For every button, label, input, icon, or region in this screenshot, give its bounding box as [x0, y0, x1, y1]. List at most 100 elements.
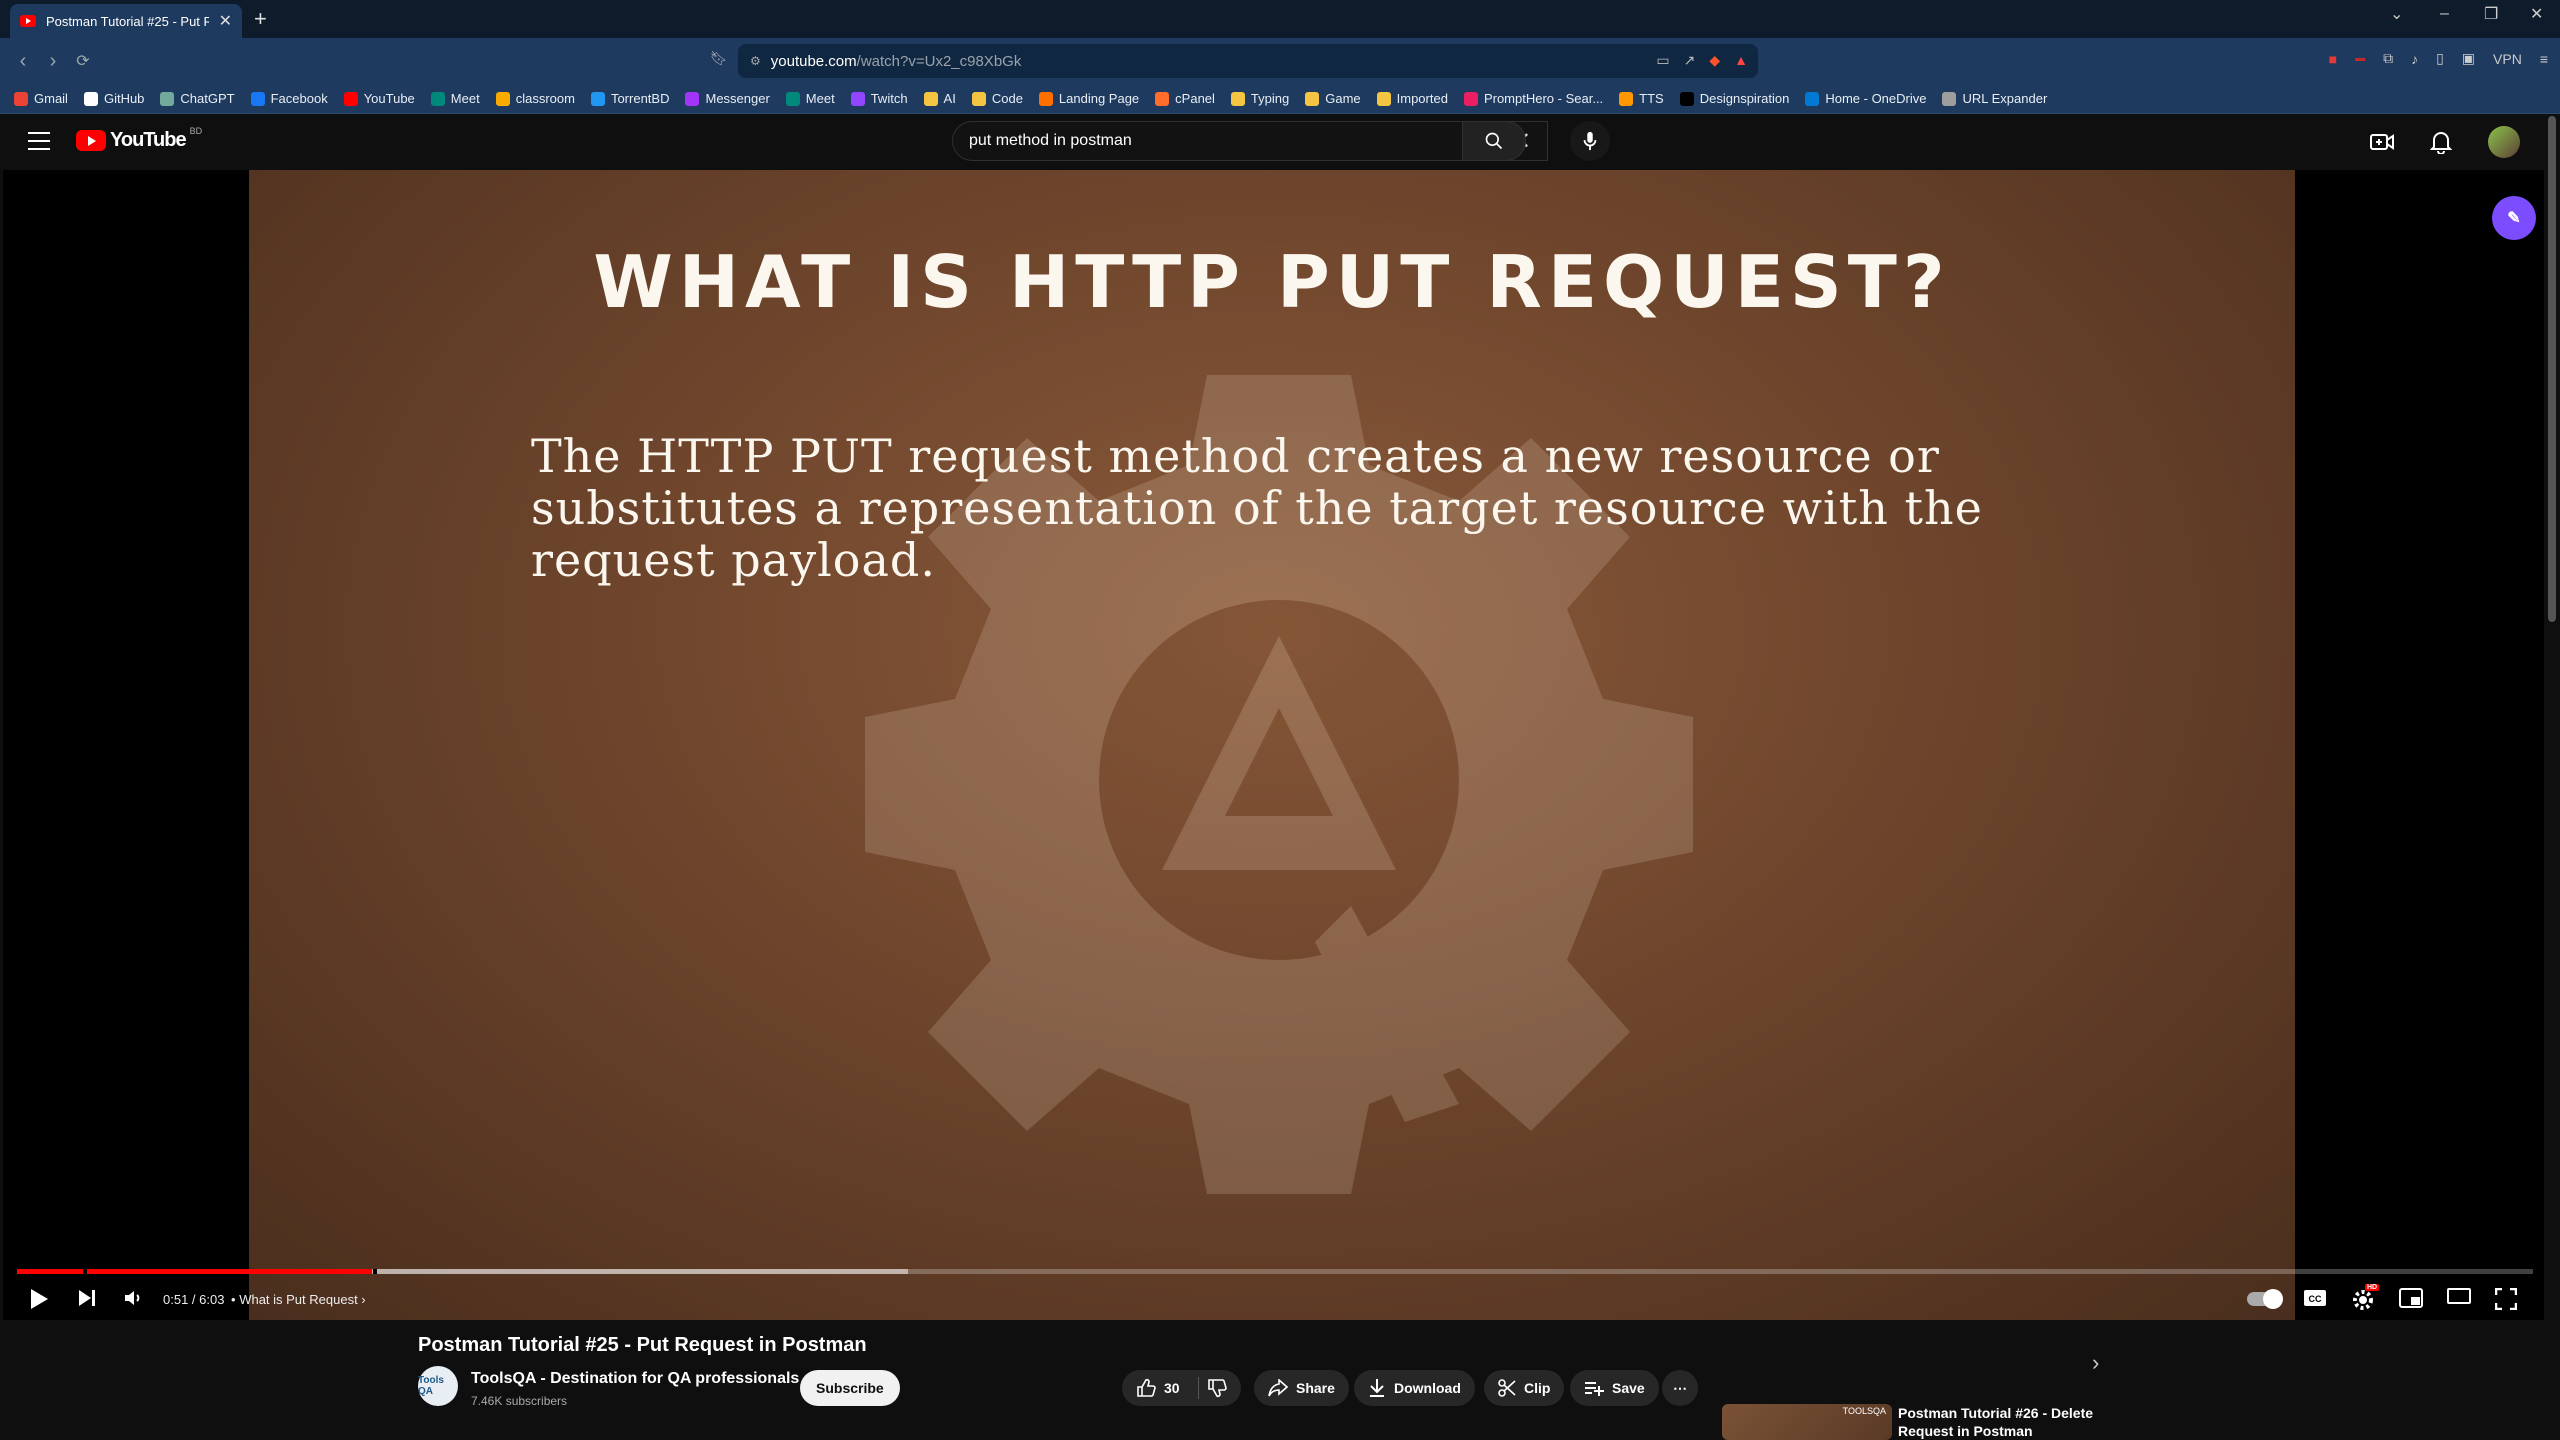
bookmark-item[interactable]: cPanel: [1155, 91, 1215, 106]
bookmark-favicon-icon: [590, 91, 605, 106]
menu-icon[interactable]: ≡: [2540, 51, 2548, 67]
bookmark-item[interactable]: Meet: [430, 91, 480, 106]
bookmark-item[interactable]: Game: [1305, 91, 1361, 106]
bookmark-item[interactable]: URL Expander: [1942, 91, 2047, 106]
tab-close-icon[interactable]: ✕: [219, 11, 232, 31]
download-button[interactable]: Download: [1354, 1370, 1475, 1406]
bookmark-item[interactable]: GitHub: [83, 91, 144, 106]
bookmark-item[interactable]: PromptHero - Sear...: [1463, 91, 1603, 106]
recommended-video-thumbnail[interactable]: TOOLSQA: [1722, 1404, 1892, 1440]
like-count: 30: [1164, 1380, 1180, 1396]
cast-icon[interactable]: ▭: [1656, 52, 1669, 69]
guide-menu-icon[interactable]: [28, 132, 50, 150]
recommended-video-title[interactable]: Postman Tutorial #26 - Delete Request in…: [1898, 1404, 2118, 1440]
mute-button[interactable]: [123, 1288, 143, 1308]
bookmark-label: TorrentBD: [610, 91, 670, 106]
search-button[interactable]: [1462, 121, 1526, 161]
address-bar[interactable]: ⚙︎ youtube.com /watch?v=Ux2_c98XbGk ▭ ↗ …: [738, 44, 1758, 78]
brave-shields-icon[interactable]: ◆: [1709, 52, 1720, 69]
like-divider: [1197, 1377, 1199, 1399]
bookmark-favicon-icon: [160, 91, 175, 106]
subscribe-button[interactable]: Subscribe: [800, 1370, 900, 1406]
bookmark-favicon-icon: [1805, 91, 1820, 106]
new-tab-button[interactable]: +: [254, 6, 267, 32]
browser-tab-active[interactable]: Postman Tutorial #25 - Put Req... ✕: [10, 4, 242, 38]
settings-button[interactable]: HD: [2351, 1284, 2380, 1312]
next-video-button[interactable]: [77, 1288, 97, 1308]
bookmark-item[interactable]: Designspiration: [1679, 91, 1789, 106]
bookmark-item[interactable]: Meet: [785, 91, 835, 106]
chapter-separator: •: [231, 1292, 236, 1307]
progress-bar[interactable]: [17, 1269, 2533, 1274]
fullscreen-button[interactable]: [2495, 1288, 2517, 1310]
bookmark-item[interactable]: Typing: [1230, 91, 1289, 106]
bookmark-item[interactable]: AI: [923, 91, 956, 106]
extension-icon[interactable]: ■: [2329, 51, 2337, 67]
bookmark-item[interactable]: Imported: [1376, 91, 1448, 106]
slide-body: The HTTP PUT request method creates a ne…: [531, 429, 1983, 587]
voice-search-button[interactable]: [1570, 121, 1610, 161]
video-player[interactable]: WHAT IS HTTP PUT REQUEST? The HTTP PUT r…: [3, 170, 2547, 1320]
extension-icon[interactable]: ▬: [2355, 53, 2365, 64]
share-page-icon[interactable]: ↗: [1684, 52, 1696, 69]
bookmark-item[interactable]: Twitch: [850, 91, 908, 106]
save-button[interactable]: Save: [1570, 1370, 1659, 1406]
chapter-marker: [373, 1269, 377, 1274]
bookmark-item[interactable]: TorrentBD: [590, 91, 670, 106]
bookmark-item[interactable]: Landing Page: [1038, 91, 1139, 106]
search-input[interactable]: [969, 132, 1511, 150]
share-button[interactable]: Share: [1254, 1370, 1349, 1406]
thumbs-down-icon[interactable]: [1207, 1378, 1227, 1398]
bookmark-item[interactable]: ChatGPT: [160, 91, 235, 106]
vpn-button[interactable]: VPN: [2493, 51, 2522, 67]
page-scrollbar[interactable]: [2544, 114, 2560, 1440]
bookmark-item[interactable]: classroom: [495, 91, 575, 106]
forward-button[interactable]: ›: [38, 50, 68, 73]
account-avatar[interactable]: [2488, 126, 2520, 158]
site-info-icon[interactable]: ⚙︎: [750, 54, 761, 68]
media-icon[interactable]: ♪: [2411, 51, 2418, 67]
sidebar-icon[interactable]: ▯: [2436, 50, 2444, 67]
thumbnail-logo-text: TOOLSQA: [1842, 1406, 1886, 1416]
bookmark-item[interactable]: Gmail: [14, 91, 68, 106]
wallet-icon[interactable]: ▣: [2462, 50, 2475, 67]
extension-floating-button[interactable]: ✎: [2492, 196, 2536, 240]
bookmark-label: URL Expander: [1962, 91, 2048, 106]
bookmark-item[interactable]: Facebook: [250, 91, 328, 106]
bookmark-favicon-icon: [1305, 91, 1320, 106]
youtube-logo[interactable]: YouTube BD: [76, 126, 202, 152]
clip-button[interactable]: Clip: [1484, 1370, 1565, 1406]
bookmark-item[interactable]: Code: [971, 91, 1023, 106]
back-button[interactable]: ‹: [8, 50, 38, 73]
restore-button[interactable]: ❐: [2484, 0, 2498, 28]
like-button[interactable]: 30: [1122, 1370, 1241, 1406]
minimize-button[interactable]: –: [2440, 0, 2449, 28]
brave-rewards-icon[interactable]: ▲: [1734, 52, 1748, 69]
save-playlist-icon: [1585, 1382, 1604, 1396]
bookmark-item[interactable]: YouTube: [343, 91, 415, 106]
bookmark-item[interactable]: TTS: [1619, 91, 1664, 106]
theater-mode-button[interactable]: [2447, 1288, 2471, 1304]
bookmark-page-icon[interactable]: 🔖︎: [710, 50, 728, 67]
bookmark-item[interactable]: Home - OneDrive: [1805, 91, 1926, 106]
play-button[interactable]: [29, 1288, 49, 1310]
reload-button[interactable]: ⟳: [68, 51, 98, 71]
window-close-button[interactable]: ✕: [2530, 0, 2543, 28]
extensions-puzzle-icon[interactable]: ⧉: [2383, 50, 2393, 67]
notifications-bell-icon[interactable]: [2430, 130, 2452, 154]
create-video-icon[interactable]: [2370, 131, 2394, 153]
bookmark-label: classroom: [515, 91, 575, 106]
miniplayer-button[interactable]: [2399, 1288, 2423, 1308]
more-actions-button[interactable]: ⋯: [1662, 1370, 1698, 1406]
channel-name[interactable]: ToolsQA - Destination for QA professiona…: [471, 1370, 799, 1388]
scrollbar-thumb[interactable]: [2548, 116, 2556, 622]
tab-search-icon[interactable]: ⌄: [2390, 0, 2403, 28]
bookmark-item[interactable]: Messenger: [685, 91, 770, 106]
subtitles-button[interactable]: CC: [2303, 1288, 2327, 1308]
channel-avatar[interactable]: Tools QA: [418, 1366, 458, 1406]
bookmark-label: TTS: [1639, 91, 1664, 106]
autoplay-toggle[interactable]: [2247, 1289, 2283, 1309]
chapter-title-button[interactable]: • What is Put Request ›: [231, 1292, 366, 1307]
chips-next-arrow-icon[interactable]: ›: [2092, 1350, 2099, 1376]
bookmark-label: Gmail: [34, 91, 68, 106]
